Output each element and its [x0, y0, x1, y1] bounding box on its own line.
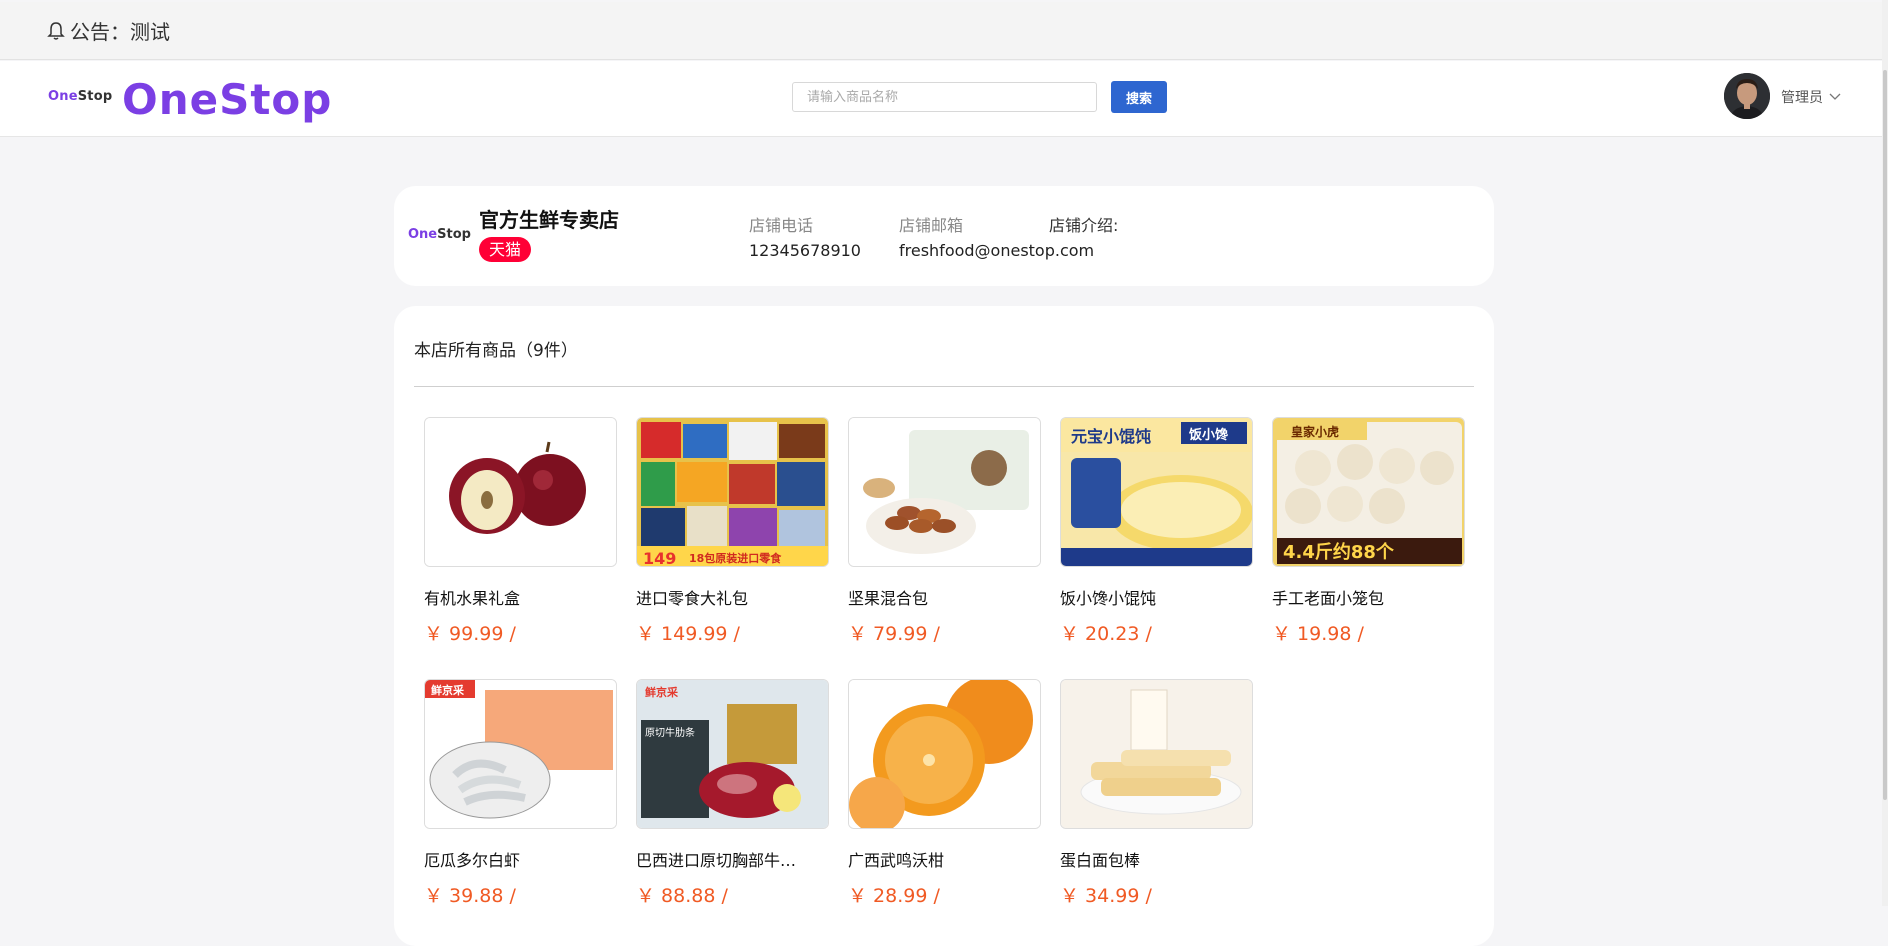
product-name[interactable]: 坚果混合包 — [848, 585, 1041, 609]
products-title: 本店所有商品（9件） — [414, 341, 578, 361]
beef-cut-label: 原切牛肋条 — [645, 726, 695, 739]
store-logo-part1: One — [408, 227, 438, 242]
top-header: OneStop OneStop 搜索 管理员 — [0, 61, 1888, 137]
product-price: ￥ 19.98 / — [1272, 623, 1364, 645]
product-name[interactable]: 厄瓜多尔白虾 — [424, 847, 617, 871]
user-menu[interactable]: 管理员 — [1781, 87, 1841, 107]
intro-label: 店铺介绍: — [1049, 216, 1119, 235]
phone-value: 12345678910 — [749, 241, 861, 260]
notice-bar: 公告：测试 — [0, 2, 1888, 60]
product-image[interactable]: 皇家小虎 4.4斤约88个 — [1272, 417, 1465, 567]
product-name[interactable]: 有机水果礼盒 — [424, 585, 617, 609]
email-label: 店铺邮箱 — [899, 216, 964, 235]
product-image[interactable]: 鲜京采 — [424, 679, 617, 829]
product-name[interactable]: 进口零食大礼包 — [636, 585, 829, 609]
product-image[interactable]: 元宝小馄饨 饭小馋 — [1060, 417, 1253, 567]
store-logo: OneStop — [408, 227, 471, 242]
product-image[interactable] — [848, 679, 1041, 829]
product-name[interactable]: 广西武鸣沃柑 — [848, 847, 1041, 871]
email-value: freshfood@onestop.com — [899, 241, 1095, 260]
logo-small-part2: Stop — [77, 89, 113, 104]
product-price: ￥ 99.99 / — [424, 623, 516, 645]
wonton-title-label: 元宝小馄饨 — [1071, 427, 1151, 446]
product-price: ￥ 79.99 / — [848, 623, 940, 645]
site-logo-text[interactable]: OneStop — [122, 75, 332, 124]
notice-text: 公告：测试 — [70, 20, 170, 44]
logo-small-part1: One — [48, 89, 78, 104]
phone-label: 店铺电话 — [749, 216, 814, 235]
store-name: 官方生鲜专卖店 — [479, 208, 619, 232]
product-image[interactable]: 鲜京采 原切牛肋条 — [636, 679, 829, 829]
search-button[interactable]: 搜索 — [1111, 81, 1167, 113]
product-image[interactable]: 149 18包原装进口零食 — [636, 417, 829, 567]
product-card[interactable]: 皇家小虎 4.4斤约88个 手工老面小笼包 ￥ 19.98 / — [1272, 417, 1465, 646]
product-card[interactable]: 元宝小馄饨 饭小馋 饭小馋小馄饨 ￥ 20.23 / — [1060, 417, 1253, 646]
product-price: ￥ 149.99 / — [636, 623, 740, 645]
product-image[interactable] — [424, 417, 617, 567]
shrimp-brand-label: 鲜京采 — [431, 683, 465, 697]
bun-weight-label: 4.4斤约88个 — [1283, 541, 1395, 563]
product-card[interactable]: 坚果混合包 ￥ 79.99 / — [848, 417, 1041, 646]
product-price: ￥ 28.99 / — [848, 885, 940, 907]
bell-icon — [47, 21, 65, 40]
product-card[interactable]: 蛋白面包棒 ￥ 34.99 / — [1060, 679, 1253, 908]
scrollbar-thumb[interactable] — [1883, 70, 1887, 800]
product-image[interactable] — [1060, 679, 1253, 829]
user-name: 管理员 — [1781, 90, 1823, 106]
product-name[interactable]: 手工老面小笼包 — [1272, 585, 1465, 609]
store-logo-part2: Stop — [437, 227, 471, 242]
tmall-badge: 天猫 — [479, 237, 532, 262]
product-name[interactable]: 蛋白面包棒 — [1060, 847, 1253, 871]
product-image[interactable] — [848, 417, 1041, 567]
wonton-brand-label: 饭小馋 — [1188, 427, 1228, 443]
product-card[interactable]: 鲜京采 厄瓜多尔白虾 ￥ 39.88 / — [424, 679, 617, 908]
product-name[interactable]: 巴西进口原切胸部牛… — [636, 847, 829, 871]
products-card: 本店所有商品（9件） 有机水果礼盒 ￥ 99.99 / 149 18包原装进口零… — [394, 306, 1494, 946]
product-card[interactable]: 有机水果礼盒 ￥ 99.99 / — [424, 417, 617, 646]
bun-brand-label: 皇家小虎 — [1291, 424, 1339, 439]
avatar[interactable] — [1724, 73, 1770, 119]
product-name[interactable]: 饭小馋小馄饨 — [1060, 585, 1253, 609]
product-price: ￥ 88.88 / — [636, 885, 728, 907]
page-scrollbar[interactable] — [1882, 0, 1888, 906]
snacks-banner-label: 18包原装进口零食 — [689, 551, 782, 565]
product-price: ￥ 20.23 / — [1060, 623, 1152, 645]
site-logo-small[interactable]: OneStop — [48, 89, 112, 104]
chevron-down-icon — [1829, 93, 1841, 100]
snacks-price-label: 149 — [643, 549, 676, 567]
search-input[interactable] — [792, 82, 1097, 112]
product-card[interactable]: 149 18包原装进口零食 进口零食大礼包 ￥ 149.99 / — [636, 417, 829, 646]
product-price: ￥ 39.88 / — [424, 885, 516, 907]
store-info-card: OneStop 官方生鲜专卖店 天猫 店铺电话 12345678910 店铺邮箱… — [394, 186, 1494, 286]
divider — [414, 386, 1474, 387]
beef-brand-label: 鲜京采 — [645, 685, 679, 699]
product-price: ￥ 34.99 / — [1060, 885, 1152, 907]
product-card[interactable]: 广西武鸣沃柑 ￥ 28.99 / — [848, 679, 1041, 908]
product-card[interactable]: 鲜京采 原切牛肋条 巴西进口原切胸部牛… ￥ 88.88 / — [636, 679, 829, 908]
